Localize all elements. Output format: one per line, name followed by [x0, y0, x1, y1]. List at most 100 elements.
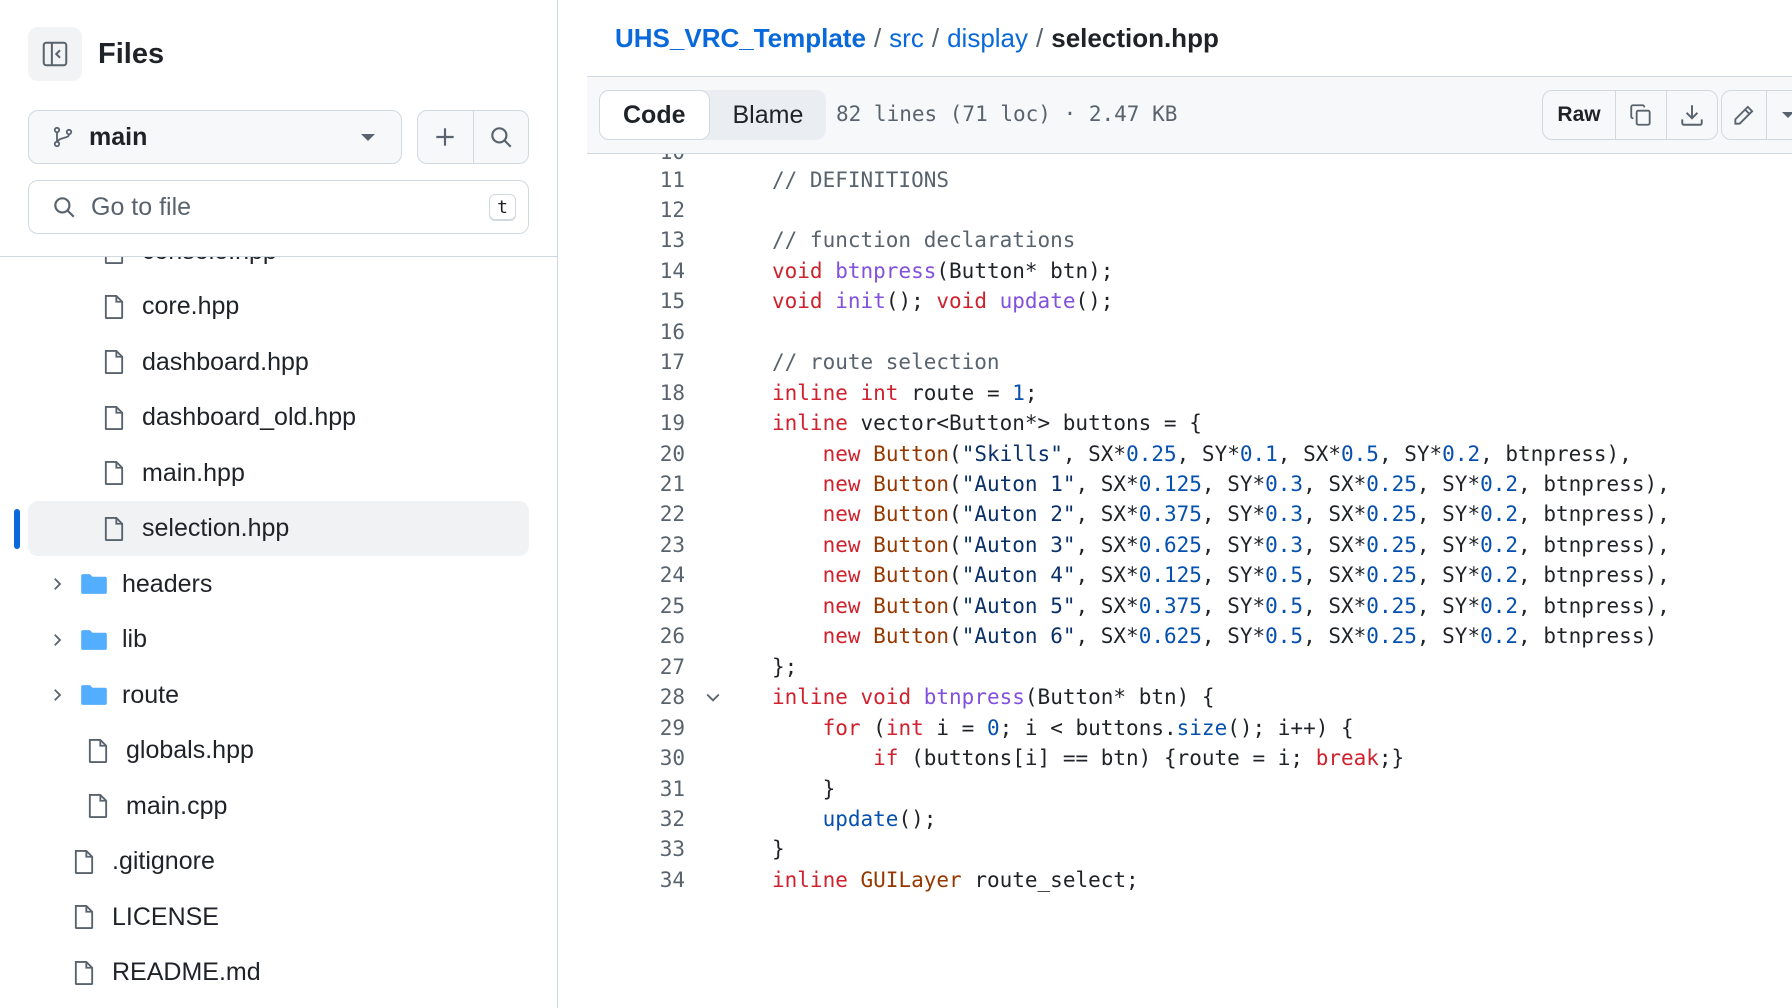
tree-folder-lib[interactable]: lib	[0, 612, 557, 667]
code-token: 0.5	[1265, 593, 1304, 618]
line-number[interactable]: 11	[587, 168, 685, 192]
code-token: 0.125	[1138, 563, 1202, 588]
code-token: Button	[873, 472, 950, 496]
code-token: "Auton 6"	[961, 624, 1076, 649]
line-number[interactable]: 24	[587, 563, 685, 587]
code-content: 1 0 11 // DEFINITIONS 12 13 // function decla…	[587, 154, 1792, 1008]
branch-selector[interactable]: main	[28, 110, 402, 164]
chevron-right-icon	[54, 578, 62, 590]
line-number[interactable]: 23	[587, 533, 685, 557]
line-number[interactable]: 28	[587, 685, 685, 709]
expand-chevron[interactable]	[44, 631, 70, 649]
code-token: i =	[923, 715, 987, 740]
tree-file-item[interactable]: README.md	[0, 945, 557, 1000]
code-token: , SY*	[1201, 532, 1266, 557]
tree-file-item[interactable]: main.cpp	[0, 779, 557, 834]
breadcrumb-link-display[interactable]: display	[947, 23, 1028, 54]
line-number[interactable]: 25	[587, 594, 685, 618]
tree-file-item[interactable]: dashboard_old.hpp	[0, 390, 557, 445]
line-number[interactable]: 13	[587, 228, 685, 252]
line-number[interactable]: 32	[587, 807, 685, 831]
tree-item-label: main.hpp	[142, 458, 245, 487]
add-file-button[interactable]	[418, 111, 474, 163]
sidebar-action-group	[417, 110, 529, 164]
search-button[interactable]	[474, 111, 529, 163]
code-token: "Auton 2"	[961, 502, 1076, 527]
line-number[interactable]: 27	[587, 655, 685, 679]
tree-file-item[interactable]: globals.hpp	[0, 723, 557, 778]
code-token: size	[1176, 715, 1228, 740]
code-token: 0.2	[1442, 441, 1481, 466]
line-number[interactable]: 17	[587, 350, 685, 374]
line-number[interactable]: 34	[587, 868, 685, 892]
tree-item-label: LICENSE	[112, 902, 219, 931]
code-token: , SY*	[1201, 472, 1266, 496]
code-token: , SY*	[1201, 624, 1266, 649]
go-to-file-input[interactable]: Go to file t	[28, 180, 529, 234]
tree-folder-headers[interactable]: headers	[0, 557, 557, 612]
line-number[interactable]: 33	[587, 837, 685, 861]
breadcrumb-repo-link[interactable]: UHS_VRC_Template	[615, 23, 866, 54]
file-icon	[104, 516, 124, 541]
edit-button[interactable]	[1722, 91, 1767, 139]
edit-options-button[interactable]	[1767, 91, 1792, 139]
code-token: Button	[873, 593, 950, 618]
line-number[interactable]: 16	[587, 320, 685, 344]
tree-file-item[interactable]: main.hpp	[0, 446, 557, 501]
tree-file-item[interactable]: dashboard.hpp	[0, 335, 557, 390]
line-number[interactable]: 14	[587, 259, 685, 283]
line-number[interactable]: 15	[587, 289, 685, 313]
code-token: GUILayer	[860, 867, 962, 892]
line-number[interactable]: 31	[587, 777, 685, 801]
code-token: 0.25	[1366, 563, 1417, 588]
code-token: }	[772, 776, 836, 801]
raw-button[interactable]: Raw	[1543, 91, 1616, 139]
tab-code[interactable]: Code	[599, 90, 710, 140]
expand-chevron[interactable]	[44, 686, 70, 704]
line-number[interactable]: 18	[587, 381, 685, 405]
code-text: // route selection	[772, 350, 1000, 374]
tree-folder-route[interactable]: route	[0, 668, 557, 723]
tree-file-item[interactable]: core.hpp	[0, 279, 557, 334]
line-number[interactable]: 21	[587, 472, 685, 496]
code-token: , SX*	[1303, 563, 1367, 588]
code-token: int	[885, 715, 924, 740]
tree-file-item[interactable]: console.hpp	[0, 257, 557, 279]
folder-icon	[81, 685, 107, 705]
code-text: update();	[772, 807, 937, 831]
code-token: , SY*	[1201, 563, 1266, 588]
tab-blame[interactable]: Blame	[710, 90, 827, 140]
code-text: // DEFINITIONS	[772, 168, 949, 192]
code-token: , btnpress),	[1518, 593, 1670, 618]
code-token: new	[822, 532, 861, 557]
line-number[interactable]: 26	[587, 624, 685, 648]
folder-icon	[81, 574, 107, 594]
code-token: 0	[986, 715, 1000, 740]
line-number[interactable]: 29	[587, 716, 685, 740]
file-icon	[104, 405, 124, 430]
tree-file-item[interactable]: LICENSE	[0, 890, 557, 945]
line-number[interactable]: 20	[587, 442, 685, 466]
tree-file-item[interactable]: .gitignore	[0, 834, 557, 889]
code-token: new	[822, 624, 861, 649]
code-token: 0.5	[1265, 563, 1304, 588]
code-token: 0.25	[1366, 624, 1417, 649]
copy-button[interactable]	[1616, 91, 1666, 139]
fold-toggle[interactable]	[691, 687, 734, 707]
expand-chevron[interactable]	[44, 575, 70, 593]
tree-file-item[interactable]: selection.hpp	[28, 501, 529, 556]
line-number[interactable]: 22	[587, 502, 685, 526]
breadcrumb-link-src[interactable]: src	[889, 23, 924, 54]
line-number[interactable]: 30	[587, 746, 685, 770]
sidebar-toggle-button[interactable]	[28, 27, 82, 81]
code-text: inline GUILayer route_select;	[772, 868, 1139, 892]
code-text: void btnpress(Button* btn);	[772, 259, 1113, 283]
line-number[interactable]: 12	[587, 198, 685, 222]
line-number[interactable]: 19	[587, 411, 685, 435]
code-token: void	[772, 289, 823, 314]
code-text: new Button("Auton 6", SX*0.625, SY*0.5, …	[772, 624, 1658, 649]
download-button[interactable]	[1666, 91, 1717, 139]
